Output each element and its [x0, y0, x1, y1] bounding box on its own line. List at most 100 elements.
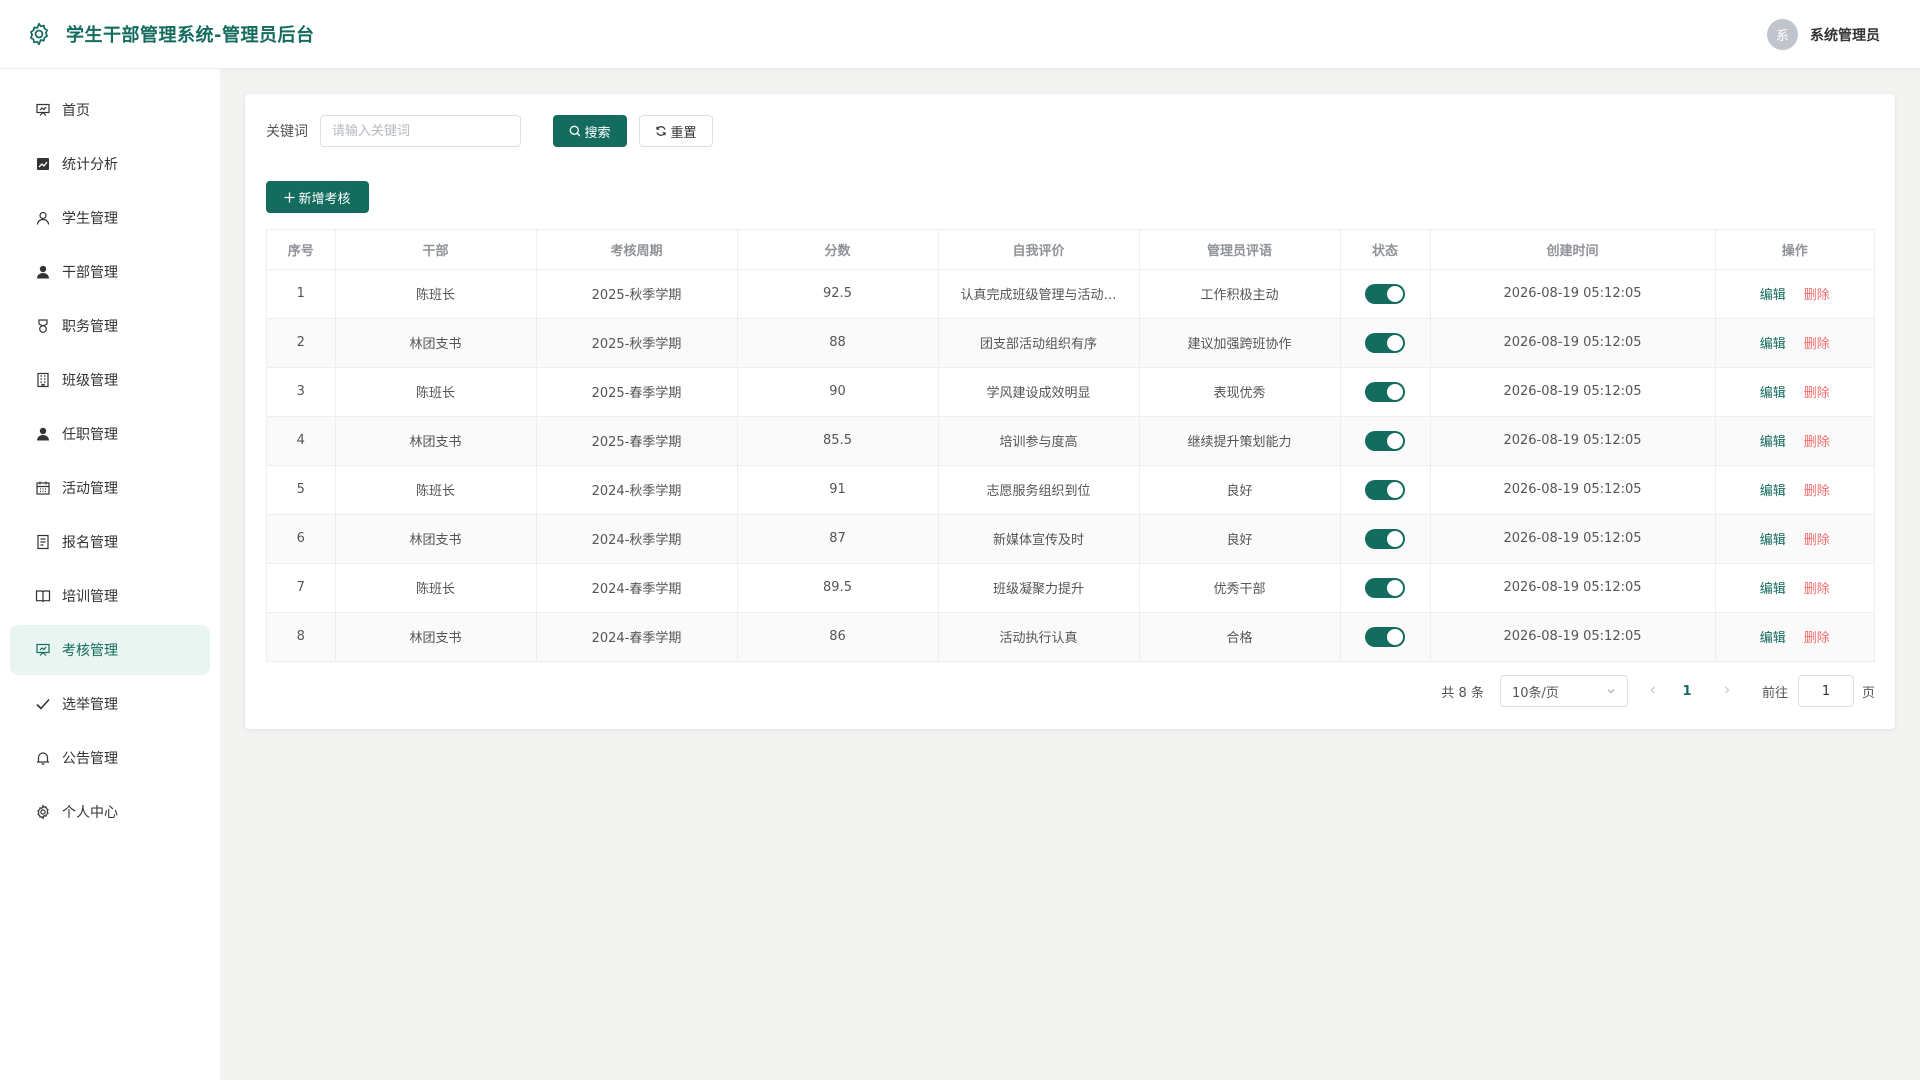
user-filled-icon: [34, 425, 52, 443]
delete-link[interactable]: 删除: [1804, 582, 1830, 597]
cell-admin-comment: 工作积极主动: [1139, 269, 1341, 319]
cell-status: [1340, 318, 1431, 368]
sidebar-item-students[interactable]: 学生管理: [10, 193, 210, 243]
avatar[interactable]: 系: [1767, 19, 1798, 50]
sidebar-item-announcements[interactable]: 公告管理: [10, 733, 210, 783]
gear-icon: [34, 803, 52, 821]
status-toggle[interactable]: [1365, 381, 1405, 402]
delete-link[interactable]: 删除: [1804, 386, 1830, 401]
next-page-button[interactable]: [1712, 683, 1742, 699]
status-toggle[interactable]: [1365, 626, 1405, 647]
status-toggle[interactable]: [1365, 283, 1405, 304]
edit-link[interactable]: 编辑: [1760, 582, 1786, 597]
cell-created-time: 2026-08-19 05:12:05: [1430, 318, 1716, 368]
chart-icon: [34, 155, 52, 173]
edit-link[interactable]: 编辑: [1760, 484, 1786, 499]
delete-link[interactable]: 删除: [1804, 484, 1830, 499]
delete-link[interactable]: 删除: [1804, 631, 1830, 646]
page-number-current[interactable]: 1: [1672, 684, 1702, 699]
cell-status: [1340, 367, 1431, 417]
document-icon: [34, 533, 52, 551]
delete-link[interactable]: 删除: [1804, 337, 1830, 352]
cell-index: 1: [267, 269, 336, 319]
sidebar-item-trainings[interactable]: 培训管理: [10, 571, 210, 621]
delete-link[interactable]: 删除: [1804, 288, 1830, 303]
total-count: 共 8 条: [1441, 685, 1484, 701]
gear-icon: [25, 21, 52, 48]
edit-link[interactable]: 编辑: [1760, 386, 1786, 401]
cell-period: 2024-秋季学期: [536, 465, 738, 515]
cell-admin-comment: 优秀干部: [1139, 563, 1341, 613]
edit-link[interactable]: 编辑: [1760, 631, 1786, 646]
sidebar-item-label: 个人中心: [62, 805, 118, 821]
cell-score: 89.5: [737, 563, 939, 613]
keyword-input[interactable]: [320, 115, 521, 147]
user-filled-icon: [34, 263, 52, 281]
column-header: 干部: [335, 230, 537, 270]
edit-link[interactable]: 编辑: [1760, 288, 1786, 303]
cell-score: 87: [737, 514, 939, 564]
cell-index: 2: [267, 318, 336, 368]
pagination: 共 8 条 10条/页 1 前往 页: [1441, 675, 1875, 707]
sidebar-item-profile[interactable]: 个人中心: [10, 787, 210, 837]
sidebar-item-statistics[interactable]: 统计分析: [10, 139, 210, 189]
page-size-select[interactable]: 10条/页: [1499, 675, 1628, 707]
column-header: 自我评价: [938, 230, 1140, 270]
edit-link[interactable]: 编辑: [1760, 435, 1786, 450]
reset-button-label: 重置: [670, 125, 697, 141]
sidebar-item-registrations[interactable]: 报名管理: [10, 517, 210, 567]
cell-actions: 编辑 删除: [1715, 367, 1874, 417]
status-toggle[interactable]: [1365, 479, 1405, 500]
plus-icon: [284, 192, 295, 202]
cell-actions: 编辑 删除: [1715, 514, 1874, 564]
sidebar-item-appointments[interactable]: 任职管理: [10, 409, 210, 459]
cell-score: 85.5: [737, 416, 939, 466]
prev-page-button[interactable]: [1638, 683, 1668, 699]
chevron-down-icon: [1607, 689, 1615, 694]
cell-cadre: 陈班长: [335, 367, 537, 417]
reset-button[interactable]: 重置: [639, 115, 713, 147]
sidebar-item-assessments[interactable]: 考核管理: [10, 625, 210, 675]
user-menu[interactable]: 系 系统管理员: [1767, 19, 1880, 50]
status-toggle[interactable]: [1365, 430, 1405, 451]
search-button[interactable]: 搜索: [553, 115, 627, 147]
cell-created-time: 2026-08-19 05:12:05: [1430, 514, 1716, 564]
column-header: 序号: [267, 230, 336, 270]
page-size-value: 10条/页: [1511, 685, 1559, 701]
app-title: 学生干部管理系统-管理员后台: [66, 25, 315, 46]
sidebar-item-label: 培训管理: [62, 589, 118, 605]
cell-status: [1340, 269, 1431, 319]
edit-link[interactable]: 编辑: [1760, 533, 1786, 548]
sidebar-item-home[interactable]: 首页: [10, 85, 210, 135]
cell-created-time: 2026-08-19 05:12:05: [1430, 465, 1716, 515]
cell-index: 8: [267, 612, 336, 661]
sidebar-item-elections[interactable]: 选举管理: [10, 679, 210, 729]
column-header: 管理员评语: [1139, 230, 1341, 270]
content-card: 关键词 搜索 重置 新增考核 序号 干部 考核周期 分数: [245, 94, 1895, 729]
status-toggle[interactable]: [1365, 528, 1405, 549]
sidebar-item-activities[interactable]: 活动管理: [10, 463, 210, 513]
sidebar-item-cadres[interactable]: 干部管理: [10, 247, 210, 297]
status-toggle[interactable]: [1365, 332, 1405, 353]
table-row: 6 林团支书 2024-秋季学期 87 新媒体宣传及时 良好 2026-08-19 05:1…: [267, 514, 1874, 564]
presentation-icon: [34, 641, 52, 659]
sidebar-item-label: 任职管理: [62, 427, 118, 443]
user-name[interactable]: 系统管理员: [1810, 25, 1880, 45]
column-header: 考核周期: [536, 230, 738, 270]
sidebar-item-positions[interactable]: 职务管理: [10, 301, 210, 351]
sidebar-item-classes[interactable]: 班级管理: [10, 355, 210, 405]
delete-link[interactable]: 删除: [1804, 435, 1830, 450]
cell-period: 2024-春季学期: [536, 563, 738, 613]
goto-page-input[interactable]: [1797, 675, 1854, 707]
delete-link[interactable]: 删除: [1804, 533, 1830, 548]
sidebar-item-label: 考核管理: [62, 643, 118, 659]
cell-self-evaluation: 培训参与度高: [938, 416, 1140, 466]
edit-link[interactable]: 编辑: [1760, 337, 1786, 352]
add-assessment-button[interactable]: 新增考核: [266, 181, 369, 213]
sidebar-item-label: 报名管理: [62, 535, 118, 551]
cell-score: 90: [737, 367, 939, 417]
status-toggle[interactable]: [1365, 577, 1405, 598]
refresh-icon: [656, 126, 667, 136]
cell-score: 86: [737, 612, 939, 661]
cell-actions: 编辑 删除: [1715, 465, 1874, 515]
